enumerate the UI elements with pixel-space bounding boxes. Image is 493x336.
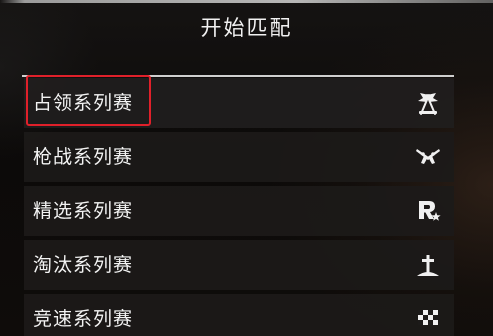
page-title: 开始匹配 bbox=[200, 16, 293, 40]
menu-item-shootout-series[interactable]: 枪战系列赛 bbox=[24, 132, 454, 182]
menu-item-label: 占领系列赛 bbox=[33, 92, 134, 114]
menu-item-elimination-series[interactable]: 淘汰系列赛 bbox=[24, 240, 454, 290]
grave-cross-icon bbox=[414, 251, 442, 279]
series-menu: 占领系列赛 枪战系列赛 精选系列赛 淘汰系列赛 竞速系列赛 bbox=[24, 75, 454, 336]
top-border-line bbox=[0, 0, 493, 3]
menu-item-label: 枪战系列赛 bbox=[33, 146, 134, 168]
menu-item-race-series[interactable]: 竞速系列赛 bbox=[24, 294, 454, 336]
checkered-flag-icon bbox=[414, 305, 442, 333]
crossed-flags-icon bbox=[414, 89, 442, 117]
menu-item-label: 淘汰系列赛 bbox=[33, 254, 134, 276]
menu-item-featured-series[interactable]: 精选系列赛 bbox=[24, 186, 454, 236]
menu-item-label: 精选系列赛 bbox=[33, 200, 134, 222]
rockstar-r-icon bbox=[414, 197, 442, 225]
menu-item-capture-series[interactable]: 占领系列赛 bbox=[24, 75, 454, 128]
crossed-revolvers-icon bbox=[414, 143, 442, 171]
game-menu-screen: 开始匹配 占领系列赛 枪战系列赛 精选系列赛 淘汰系列赛 竞速系列赛 bbox=[0, 0, 493, 336]
menu-item-label: 竞速系列赛 bbox=[33, 308, 134, 330]
